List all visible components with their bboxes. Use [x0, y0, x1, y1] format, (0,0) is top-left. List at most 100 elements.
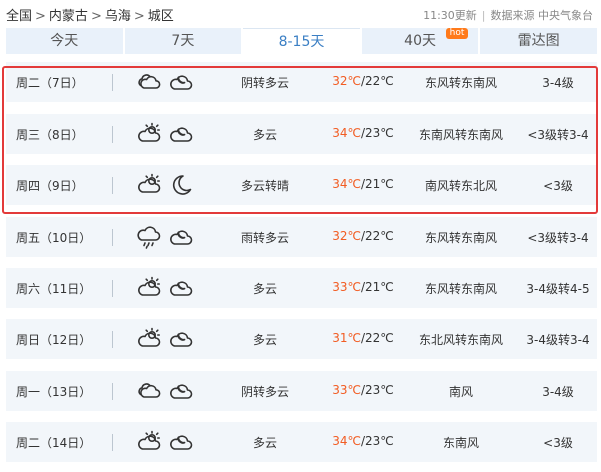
divider	[112, 434, 113, 451]
divider	[112, 331, 113, 348]
temperature: 33℃/21℃	[332, 280, 394, 294]
low-temp: 22℃	[365, 229, 394, 243]
divider	[112, 177, 113, 194]
divider	[112, 383, 113, 400]
partly-cloudy-day-icon	[138, 430, 161, 450]
forecast-day: 周四（9日）	[16, 179, 84, 193]
wind-level: <3级	[543, 436, 573, 450]
top-bar: 全国 > 内蒙古 > 乌海 > 城区 11:30更新 | 数据来源 中央气象台	[0, 0, 601, 26]
breadcrumb-item[interactable]: 内蒙古	[49, 9, 88, 24]
wind-direction: 东风转东南风	[424, 282, 497, 296]
breadcrumb: 全国 > 内蒙古 > 乌海 > 城区	[6, 5, 174, 24]
rain-icon	[137, 226, 161, 249]
partly-cloudy-night-icon	[170, 75, 193, 90]
temperature: 34℃/23℃	[332, 434, 394, 448]
hot-badge: hot	[445, 28, 469, 39]
high-temp: 34℃	[332, 177, 361, 191]
breadcrumb-separator: >	[35, 9, 46, 24]
temperature: 32℃/22℃	[332, 74, 394, 88]
partly-cloudy-night-icon	[170, 384, 193, 399]
divider	[112, 74, 113, 91]
temperature: 33℃/23℃	[332, 383, 394, 397]
partly-cloudy-day-icon	[138, 327, 161, 347]
low-temp: 22℃	[365, 331, 394, 345]
partly-cloudy-day-icon	[138, 173, 161, 193]
forecast-day: 周六（11日）	[16, 282, 92, 296]
wind-level: <3级转3-4	[527, 231, 589, 245]
tab-radar[interactable]: 雷达图	[480, 28, 597, 54]
cloudy-icon	[138, 74, 161, 89]
wind-level: 3-4级	[542, 76, 574, 90]
low-temp: 23℃	[365, 383, 394, 397]
tab-40-days[interactable]: 40天 hot	[361, 28, 479, 54]
forecast-row: 周二（14日） 多云 34℃/23℃ 东南风 <3级	[6, 422, 597, 462]
tab-label: 40天	[404, 33, 436, 49]
wind-direction: 东北风转东南风	[418, 333, 503, 347]
high-temp: 34℃	[332, 126, 361, 140]
breadcrumb-item[interactable]: 乌海	[105, 9, 131, 24]
moon-icon	[172, 175, 192, 195]
divider	[112, 229, 113, 246]
data-source: 数据来源 中央气象台	[490, 9, 594, 22]
forecast-day: 周二（7日）	[16, 76, 84, 90]
wind-direction: 东风转东南风	[424, 76, 497, 90]
breadcrumb-item[interactable]: 城区	[148, 9, 174, 24]
wind-level: 3-4级	[542, 385, 574, 399]
partly-cloudy-day-icon	[138, 276, 161, 296]
forecast-row: 周六（11日） 多云 33℃/21℃ 东风转东南风 3-4级转4-5	[6, 268, 597, 308]
forecast-day: 周三（8日）	[16, 128, 84, 142]
high-temp: 33℃	[332, 383, 361, 397]
breadcrumb-separator: >	[133, 9, 145, 24]
update-time: 11:30更新	[423, 9, 477, 22]
wind-direction: 东风转东南风	[424, 231, 497, 245]
forecast-day: 周日（12日）	[16, 333, 92, 347]
breadcrumb-item[interactable]: 全国	[6, 9, 32, 24]
partly-cloudy-day-icon	[138, 122, 161, 142]
weather-description: 阴转多云	[240, 76, 289, 90]
tab-today[interactable]: 今天	[6, 28, 123, 54]
forecast-day: 周一（13日）	[16, 385, 92, 399]
low-temp: 22℃	[365, 74, 394, 88]
breadcrumb-separator: >	[90, 9, 102, 24]
high-temp: 33℃	[332, 280, 361, 294]
wind-level: 3-4级转3-4	[526, 333, 590, 347]
partly-cloudy-night-icon	[170, 127, 193, 142]
divider	[112, 126, 113, 143]
cloudy-icon	[138, 383, 161, 398]
low-temp: 21℃	[365, 177, 394, 191]
forecast-row: 周二（7日） 阴转多云 32℃/22℃ 东风转东南风 3-4级	[6, 62, 597, 102]
partly-cloudy-night-icon	[170, 332, 193, 347]
low-temp: 23℃	[365, 434, 394, 448]
temperature: 34℃/23℃	[332, 126, 394, 140]
weather-description: 多云	[252, 333, 277, 347]
forecast-row: 周一（13日） 阴转多云 33℃/23℃ 南风 3-4级	[6, 371, 597, 411]
forecast-day: 周二（14日）	[16, 436, 92, 450]
weather-description: 雨转多云	[240, 231, 289, 245]
forecast-tabs: 今天 7天 8-15天 40天 hot 雷达图	[6, 28, 597, 54]
tab-8-15-days[interactable]: 8-15天	[243, 28, 360, 54]
temperature: 31℃/22℃	[332, 331, 394, 345]
weather-description: 多云转晴	[240, 179, 289, 193]
partly-cloudy-night-icon	[170, 281, 193, 296]
wind-direction: 东南风	[442, 436, 479, 450]
wind-direction: 东南风转东南风	[418, 128, 503, 142]
wind-level: <3级转3-4	[527, 128, 589, 142]
divider	[112, 280, 113, 297]
partly-cloudy-night-icon	[170, 435, 193, 450]
low-temp: 23℃	[365, 126, 394, 140]
temperature: 32℃/22℃	[332, 229, 394, 243]
tab-7-days[interactable]: 7天	[124, 28, 242, 54]
wind-level: 3-4级转4-5	[526, 282, 590, 296]
high-temp: 31℃	[332, 331, 361, 345]
wind-direction: 南风转东北风	[424, 179, 497, 193]
weather-description: 阴转多云	[240, 385, 289, 399]
forecast-row: 周三（8日） 多云 34℃/23℃ 东南风转东南风 <3级转3-4	[6, 114, 597, 154]
partly-cloudy-night-icon	[170, 230, 193, 245]
temperature: 34℃/21℃	[332, 177, 394, 191]
weather-description: 多云	[252, 282, 277, 296]
forecast-row: 周日（12日） 多云 31℃/22℃ 东北风转东南风 3-4级转3-4	[6, 319, 597, 359]
forecast-day: 周五（10日）	[16, 231, 92, 245]
high-temp: 34℃	[332, 434, 361, 448]
wind-direction: 南风	[448, 385, 473, 399]
wind-level: <3级	[543, 179, 573, 193]
